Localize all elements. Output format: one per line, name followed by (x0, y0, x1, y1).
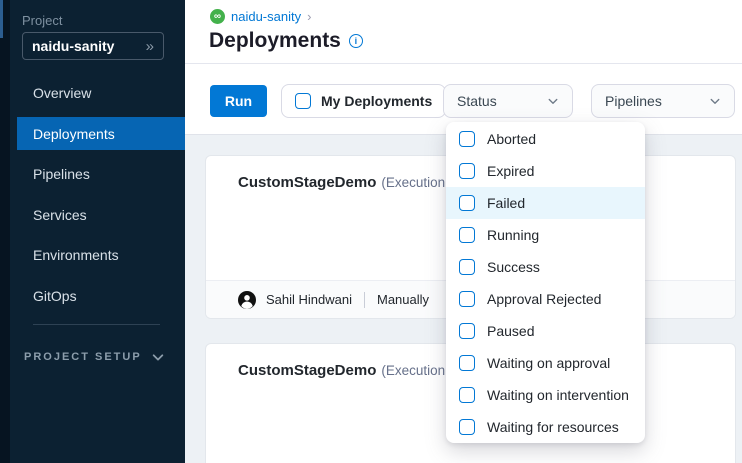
my-deployments-label: My Deployments (321, 93, 432, 109)
info-circle-icon[interactable]: i (349, 34, 363, 48)
status-option-label: Aborted (487, 131, 536, 147)
footer-separator (364, 292, 365, 308)
sidebar-item-overview[interactable]: Overview (17, 76, 185, 110)
status-option-waiting-on-approval[interactable]: Waiting on approval (446, 347, 645, 379)
project-setup-label: PROJECT SETUP (24, 351, 142, 363)
deployment-title-row[interactable]: CustomStageDemo(Execution Id (238, 362, 460, 380)
chevron-down-icon (709, 95, 721, 107)
sidebar: Project naidu-sanity » Overview Deployme… (0, 0, 185, 463)
status-option-label: Approval Rejected (487, 291, 601, 307)
sidebar-item-label: Environments (33, 247, 119, 263)
chevron-down-icon (151, 350, 165, 364)
sidebar-item-label: Overview (33, 85, 91, 101)
status-option-expired[interactable]: Expired (446, 155, 645, 187)
trigger-type: Manually (377, 292, 429, 307)
sidebar-item-pipelines[interactable]: Pipelines (17, 157, 185, 191)
status-filter-dropdown[interactable]: Status (443, 84, 573, 118)
project-selector[interactable]: naidu-sanity » (22, 32, 164, 60)
status-option-checkbox[interactable] (459, 291, 475, 307)
status-option-checkbox[interactable] (459, 163, 475, 179)
cd-module-icon: ∞ (210, 9, 225, 24)
sidebar-item-label: Pipelines (33, 166, 90, 182)
run-button[interactable]: Run (210, 85, 267, 117)
status-option-label: Running (487, 227, 539, 243)
status-option-waiting-for-resources[interactable]: Waiting for resources (446, 411, 645, 443)
breadcrumb-separator: › (307, 9, 311, 24)
status-option-label: Paused (487, 323, 534, 339)
my-deployments-filter[interactable]: My Deployments (281, 84, 446, 118)
rail-accent (0, 0, 3, 38)
sidebar-item-gitops[interactable]: GitOps (17, 279, 185, 313)
status-filter-label: Status (457, 93, 497, 109)
sidebar-item-label: Services (33, 207, 87, 223)
status-option-checkbox[interactable] (459, 355, 475, 371)
status-option-label: Waiting on approval (487, 355, 610, 371)
pipelines-filter-label: Pipelines (605, 93, 662, 109)
sidebar-item-label: Deployments (33, 126, 115, 142)
breadcrumb-project-link[interactable]: naidu-sanity (231, 9, 301, 24)
status-option-success[interactable]: Success (446, 251, 645, 283)
status-option-checkbox[interactable] (459, 195, 475, 211)
status-option-failed[interactable]: Failed (446, 187, 645, 219)
pipelines-filter-dropdown[interactable]: Pipelines (591, 84, 735, 118)
status-option-checkbox[interactable] (459, 323, 475, 339)
user-avatar-icon (238, 291, 256, 309)
sidebar-item-services[interactable]: Services (17, 198, 185, 232)
sidebar-item-environments[interactable]: Environments (17, 238, 185, 272)
pipeline-name[interactable]: CustomStageDemo (238, 174, 376, 191)
triggered-by-user: Sahil Hindwani (266, 292, 352, 307)
sidebar-divider (33, 324, 160, 325)
module-rail (0, 0, 10, 463)
chevron-down-icon (547, 95, 559, 107)
status-option-approval-rejected[interactable]: Approval Rejected (446, 283, 645, 315)
page-title: Deployments (209, 29, 341, 53)
status-filter-menu: Aborted Expired Failed Running Success A… (446, 122, 645, 443)
status-option-label: Success (487, 259, 540, 275)
double-chevron-right-icon[interactable]: » (146, 39, 154, 54)
status-option-checkbox[interactable] (459, 131, 475, 147)
status-option-label: Waiting for resources (487, 419, 619, 435)
project-setup-toggle[interactable]: PROJECT SETUP (24, 350, 165, 364)
app-window: Project naidu-sanity » Overview Deployme… (0, 0, 742, 463)
page-title-row: Deployments i (209, 29, 363, 53)
breadcrumb: ∞ naidu-sanity › (210, 9, 311, 24)
status-option-waiting-on-intervention[interactable]: Waiting on intervention (446, 379, 645, 411)
project-label: Project (22, 13, 62, 28)
status-option-aborted[interactable]: Aborted (446, 123, 645, 155)
sidebar-item-label: GitOps (33, 288, 77, 304)
status-option-checkbox[interactable] (459, 419, 475, 435)
project-name: naidu-sanity (32, 38, 114, 54)
status-option-paused[interactable]: Paused (446, 315, 645, 347)
status-option-running[interactable]: Running (446, 219, 645, 251)
status-option-checkbox[interactable] (459, 387, 475, 403)
my-deployments-checkbox[interactable] (295, 93, 311, 109)
status-option-checkbox[interactable] (459, 227, 475, 243)
status-option-label: Failed (487, 195, 525, 211)
page-header: ∞ naidu-sanity › Deployments i (185, 0, 742, 64)
status-option-label: Expired (487, 163, 534, 179)
pipeline-name[interactable]: CustomStageDemo (238, 362, 376, 379)
status-option-label: Waiting on intervention (487, 387, 629, 403)
sidebar-item-deployments[interactable]: Deployments (17, 117, 185, 150)
status-option-checkbox[interactable] (459, 259, 475, 275)
deployment-title-row[interactable]: CustomStageDemo(Execution Id (238, 174, 460, 192)
